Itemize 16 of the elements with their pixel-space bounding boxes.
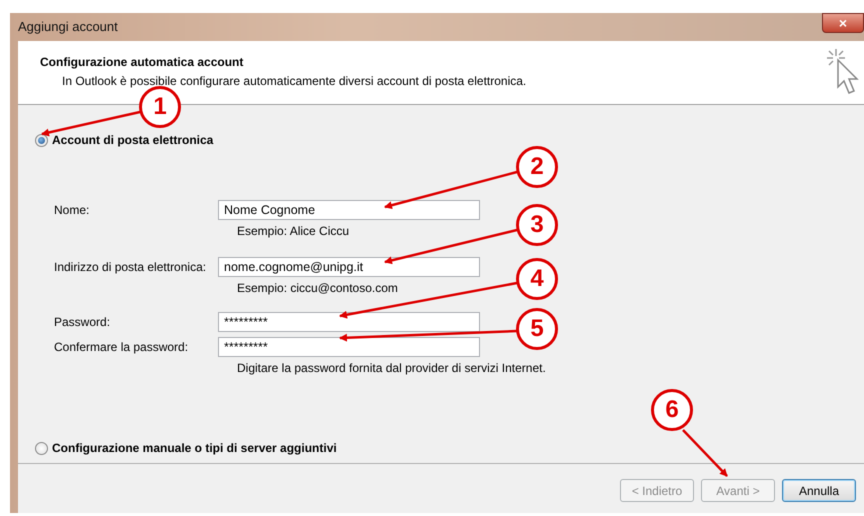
field-label: Nome: — [54, 202, 90, 218]
input-field[interactable]: Nome Cognome — [218, 200, 480, 220]
input-field[interactable]: ********* — [218, 312, 480, 332]
window-title: Aggiungi account — [18, 18, 118, 36]
option-label[interactable]: Configurazione manuale o tipi di server aggiuntivi — [52, 439, 337, 457]
option-label[interactable]: Account di posta elettronica — [52, 131, 214, 149]
hint-text: Digitare la password fornita dal provider di servizi Internet. — [237, 360, 546, 377]
dialog-button[interactable]: Annulla — [782, 479, 856, 502]
input-field[interactable]: ********* — [218, 336, 480, 356]
field-label: Confermare la password: — [54, 338, 190, 356]
field-label: Password: — [54, 314, 112, 330]
input-field[interactable]: nome.cognome@unipg.it — [218, 256, 480, 276]
hint-text: Esempio: ciccu@contoso.com — [237, 280, 398, 297]
field-label: Indirizzo di posta elettronica: — [54, 258, 208, 276]
header-title: Configurazione automatica account — [40, 54, 244, 71]
hint-text: Esempio: Alice Ciccu — [237, 223, 350, 240]
